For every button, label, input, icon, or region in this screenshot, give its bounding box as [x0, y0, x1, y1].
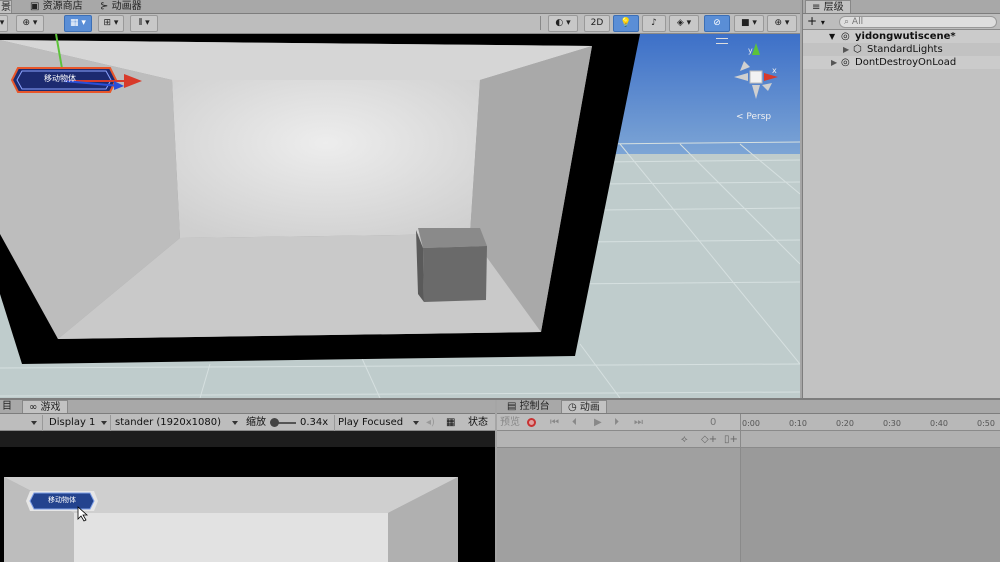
prev-key-icon[interactable]: ⏴ — [572, 415, 577, 431]
toolbar-separator — [540, 16, 541, 30]
tab-partial[interactable]: 目 — [0, 400, 18, 413]
timeline-header-strip — [741, 431, 1000, 448]
hierarchy-item-dontdestroyonload[interactable]: ▶ ◎ DontDestroyOnLoad — [803, 56, 1000, 69]
gizmo-menu-icon[interactable] — [716, 38, 728, 44]
hierarchy-panel: ≡ 层级 + ▾ ⌕ All ▼ ◎ yidongwutiscene* ▶ ⬡ … — [802, 0, 1000, 398]
timeline-tick: 0:50 — [977, 419, 995, 428]
scene-view[interactable]: y x 移动物体 < Persp — [0, 34, 800, 398]
gizmos-grid-icon[interactable]: ▦ — [446, 415, 455, 431]
first-key-icon[interactable]: ⏮ — [550, 415, 559, 431]
gizmos-icon[interactable]: ⊕ ▾ — [767, 15, 797, 32]
tab-console[interactable]: ▤ 控制台 — [501, 400, 556, 413]
timeline-tick: 0:00 — [742, 419, 760, 428]
tab-hierarchy[interactable]: ≡ 层级 — [805, 0, 851, 13]
add-object-button[interactable]: + ▾ — [807, 14, 825, 30]
list-icon: ≡ — [812, 2, 821, 13]
globe-icon[interactable]: ⊕ ▾ — [16, 15, 44, 32]
timeline-tick: 0:10 — [789, 419, 807, 428]
scale-value: 0.34x — [300, 417, 329, 428]
play-icon[interactable]: ▶ — [594, 415, 602, 431]
persp-label[interactable]: < Persp — [736, 112, 771, 122]
toggle-2d-button[interactable]: 2D — [584, 15, 610, 32]
console-icon: ▤ — [507, 401, 517, 412]
tab-asset-store[interactable]: ▣ 资源商店 — [24, 0, 89, 13]
ruler-icon[interactable]: ⦀ ▾ — [130, 15, 158, 32]
game-ui-button-label[interactable]: 移动物体 — [48, 495, 76, 505]
scale-label: 缩放 — [246, 417, 266, 428]
expand-arrow-icon[interactable]: ▼ — [829, 30, 835, 43]
hierarchy-tab-bar: ≡ 层级 — [803, 0, 1000, 14]
tab-animation[interactable]: ◷ 动画 — [561, 400, 607, 413]
game-view[interactable]: 移动物体 — [0, 431, 495, 562]
display-dropdown[interactable]: Display 1 — [42, 415, 110, 431]
shopping-bag-icon: ▣ — [30, 1, 40, 12]
audio-icon[interactable]: ♪ — [642, 15, 666, 32]
timeline-dopesheet[interactable] — [740, 431, 1000, 562]
add-event-icon[interactable]: ◇+ — [701, 432, 717, 448]
hierarchy-search[interactable]: ⌕ All — [839, 16, 997, 28]
scene-render: y x — [0, 34, 800, 398]
chevron-down-icon — [413, 421, 419, 425]
hierarchy-item-standardlights[interactable]: ▶ ⬡ StandardLights — [803, 43, 1000, 56]
chevron-down-icon: ▾ — [820, 18, 825, 27]
play-mode-dropdown[interactable]: Play Focused — [334, 415, 424, 431]
hidden-objects-icon[interactable]: ⊘ — [704, 15, 730, 32]
collapse-arrow-icon[interactable]: ▶ — [831, 56, 837, 69]
unity-scene-icon: ◎ — [841, 57, 850, 68]
grid-snapping-icon[interactable]: ▦ ▾ — [64, 15, 92, 32]
scene-ui-button-label: 移动物体 — [44, 74, 76, 83]
stats-button[interactable]: 状态 — [468, 415, 488, 431]
record-button[interactable] — [527, 418, 536, 427]
increment-snap-icon[interactable]: ⊞ ▾ — [98, 15, 124, 32]
insert-event-icon[interactable]: ▯+ — [724, 432, 738, 448]
timeline-tick: 0:40 — [930, 419, 948, 428]
game-tab-bar: 目 ∞ 游戏 — [0, 400, 495, 414]
chevron-down-icon — [232, 421, 238, 425]
timeline-ruler[interactable] — [740, 414, 1000, 431]
svg-text:y: y — [748, 46, 753, 55]
add-keyframe-icon[interactable]: ⟡ — [681, 432, 688, 448]
svg-text:x: x — [772, 66, 777, 75]
effects-icon[interactable]: ◈ ▾ — [669, 15, 699, 32]
tab-scene[interactable]: 景 — [0, 0, 12, 13]
chevron-down-icon — [101, 421, 107, 425]
next-key-icon[interactable]: ⏵ — [614, 415, 619, 431]
camera-icon[interactable]: ■ ▾ — [734, 15, 764, 32]
mute-audio-icon[interactable]: ◂) — [426, 415, 435, 431]
timeline-tick: 0:20 — [836, 419, 854, 428]
gamepad-icon: ∞ — [29, 402, 38, 413]
preview-button[interactable]: 预览 — [500, 415, 520, 431]
animation-tab-bar: ▤ 控制台 ◷ 动画 — [497, 400, 1000, 414]
unity-scene-icon: ◎ — [841, 31, 850, 42]
scene-row[interactable]: ▼ ◎ yidongwutiscene* — [803, 30, 1000, 43]
search-icon: ⌕ — [844, 17, 850, 27]
timeline-tick: 0:30 — [883, 419, 901, 428]
tab-game[interactable]: ∞ 游戏 — [22, 400, 68, 413]
chevron-down-icon[interactable] — [31, 421, 37, 425]
scale-slider-handle[interactable] — [270, 418, 279, 427]
animator-icon: ⊱ — [100, 1, 109, 12]
draw-mode-dropdown[interactable]: ▾ — [0, 15, 8, 32]
shading-mode-icon[interactable]: ◐ ▾ — [548, 15, 578, 32]
top-tab-bar: 景 ▣ 资源商店 ⊱ 动画器 — [0, 0, 800, 14]
tab-animator[interactable]: ⊱ 动画器 — [94, 0, 148, 13]
lighting-icon[interactable]: 💡 — [613, 15, 639, 32]
collapse-arrow-icon[interactable]: ▶ — [843, 43, 849, 56]
last-key-icon[interactable]: ⏭ — [634, 415, 643, 431]
gameobject-cube-icon: ⬡ — [853, 44, 862, 55]
clock-icon: ◷ — [568, 402, 577, 413]
frame-field[interactable]: 0 — [706, 415, 738, 431]
resolution-dropdown[interactable]: stander (1920x1080) — [110, 415, 240, 431]
hierarchy-toolbar: + ▾ ⌕ All — [803, 14, 1000, 30]
